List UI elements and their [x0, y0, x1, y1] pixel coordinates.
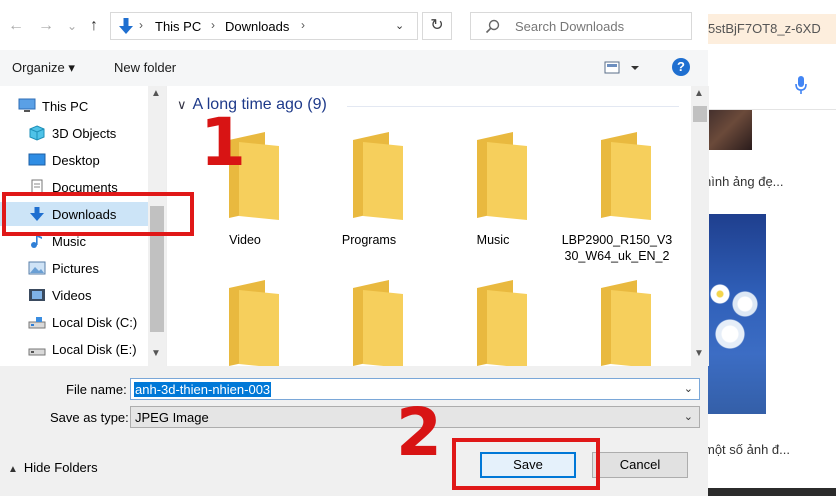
- help-icon[interactable]: ?: [672, 58, 690, 76]
- file-name-value[interactable]: anh-3d-thien-nhien-003: [134, 382, 272, 397]
- chevron-down-icon[interactable]: ⌄: [684, 382, 693, 395]
- organize-button[interactable]: Organize ▾: [12, 60, 75, 76]
- scroll-up-icon[interactable]: ▲: [694, 88, 704, 99]
- folder-icon: [353, 280, 403, 368]
- annotation-box-save: [452, 438, 600, 490]
- up-arrow-icon[interactable]: ↑: [84, 14, 104, 38]
- downloads-folder-icon: [119, 18, 133, 34]
- chevron-right-icon[interactable]: ›: [139, 18, 143, 32]
- nav-item-label: Local Disk (C:): [52, 315, 138, 330]
- browser-bottom-strip: [700, 488, 836, 496]
- nav-item-label: 3D Objects: [52, 126, 117, 141]
- save-as-dialog: ← → ⌄ ↑ › This PC › Downloads › ⌄ ↻ Sear…: [0, 0, 709, 496]
- refresh-button[interactable]: ↻: [422, 12, 452, 40]
- nav-item-label: Music: [52, 234, 86, 249]
- hide-folders-toggle[interactable]: ▲ Hide Folders: [8, 460, 98, 475]
- scroll-up-icon[interactable]: ▲: [151, 88, 161, 99]
- browser-url-text: 5stBjF7OT8_z-6XD: [708, 21, 821, 36]
- background-browser-window: 5stBjF7OT8_z-6XD hình ảng đẹ... một số ả…: [700, 0, 836, 496]
- annotation-step-1: 1: [200, 104, 246, 181]
- folder-icon: [353, 132, 403, 220]
- monitor-icon: [18, 98, 36, 112]
- hide-folders-label: Hide Folders: [23, 460, 98, 475]
- scroll-down-icon[interactable]: ▼: [151, 348, 161, 359]
- nav-item-this-pc[interactable]: This PC: [0, 94, 148, 118]
- annotation-step-2: 2: [396, 394, 442, 471]
- nav-item-label: This PC: [42, 99, 89, 114]
- search-input[interactable]: Search Downloads: [470, 12, 692, 40]
- new-folder-button[interactable]: New folder: [114, 60, 176, 75]
- nav-item-local-disk-c[interactable]: Local Disk (C:): [0, 310, 148, 334]
- file-name-label: File name:: [66, 382, 127, 397]
- nav-item-videos[interactable]: Videos: [0, 283, 148, 307]
- annotation-box-downloads: [2, 192, 194, 236]
- search-placeholder: Search Downloads: [515, 19, 625, 34]
- nav-item-local-disk-e[interactable]: Local Disk (E:): [0, 337, 148, 361]
- file-name: Music: [476, 233, 510, 247]
- nav-item-pictures[interactable]: Pictures: [0, 256, 148, 280]
- cube-icon: [29, 125, 45, 141]
- scrollbar-thumb[interactable]: [693, 106, 707, 122]
- browser-search-bar[interactable]: [700, 64, 836, 110]
- file-list-pane: ∨ A long time ago (9) Video Programs Musi…: [166, 86, 709, 368]
- nav-item-3d-objects[interactable]: 3D Objects: [0, 121, 148, 145]
- image-caption[interactable]: một số ảnh đ...: [704, 442, 790, 457]
- group-divider: [347, 106, 679, 107]
- chevron-right-icon[interactable]: ›: [301, 18, 305, 32]
- save-as-type-value: JPEG Image: [135, 410, 209, 425]
- file-name: LBP2900_R150_V330_W64_uk_EN_2: [561, 233, 673, 263]
- change-view-icon[interactable]: [604, 60, 644, 76]
- address-bar[interactable]: › This PC › Downloads › ⌄: [110, 12, 418, 40]
- nav-item-label: Desktop: [52, 153, 100, 168]
- cancel-button[interactable]: Cancel: [592, 452, 688, 478]
- chevron-down-icon[interactable]: ∨: [177, 97, 187, 112]
- film-icon: [29, 289, 45, 301]
- picture-icon: [28, 261, 46, 275]
- drive-icon: [28, 348, 46, 356]
- chevron-down-icon[interactable]: ⌄: [395, 19, 404, 32]
- folder-icon: [477, 280, 527, 368]
- desktop-icon: [28, 153, 46, 166]
- chevron-down-icon[interactable]: ⌄: [684, 410, 693, 423]
- nav-item-label: Videos: [52, 288, 92, 303]
- forward-arrow-icon[interactable]: →: [36, 14, 56, 38]
- nav-item-desktop[interactable]: Desktop: [0, 148, 148, 172]
- drive-icon: [28, 317, 46, 329]
- file-item-lbp2900[interactable]: LBP2900_R150_V330_W64_uk_EN_2: [557, 132, 677, 263]
- folder-icon: [477, 132, 527, 220]
- daisy-image-thumbnail[interactable]: [700, 214, 766, 414]
- nav-item-label: Pictures: [52, 261, 99, 276]
- search-icon: [485, 19, 500, 34]
- folder-icon: [601, 280, 651, 368]
- folder-icon: [229, 280, 279, 368]
- back-arrow-icon[interactable]: ←: [6, 14, 26, 38]
- save-as-type-label: Save as type:: [50, 410, 129, 425]
- save-form: File name: anh-3d-thien-nhien-003 ⌄ Save…: [0, 366, 708, 496]
- folder-icon: [601, 132, 651, 220]
- recent-locations-chevron-icon[interactable]: ⌄: [62, 14, 82, 38]
- scroll-down-icon[interactable]: ▼: [694, 348, 704, 359]
- file-item-programs[interactable]: Programs: [309, 132, 429, 262]
- nav-item-label: Local Disk (E:): [52, 342, 137, 357]
- file-name: Video: [229, 233, 261, 247]
- breadcrumb-this-pc[interactable]: This PC: [155, 19, 201, 34]
- chevron-right-icon[interactable]: ›: [211, 18, 215, 32]
- command-bar: Organize ▾ New folder ?: [0, 50, 708, 86]
- image-caption[interactable]: hình ảng đẹ...: [704, 174, 784, 189]
- breadcrumb-downloads[interactable]: Downloads: [225, 19, 289, 34]
- content-scrollbar[interactable]: ▲ ▼: [691, 86, 709, 366]
- microphone-icon[interactable]: [793, 74, 809, 96]
- address-row: ← → ⌄ ↑ › This PC › Downloads › ⌄ ↻ Sear…: [0, 0, 708, 50]
- file-name: Programs: [341, 233, 397, 247]
- file-item-music[interactable]: Music: [433, 132, 553, 262]
- chevron-up-icon: ▲: [8, 464, 18, 475]
